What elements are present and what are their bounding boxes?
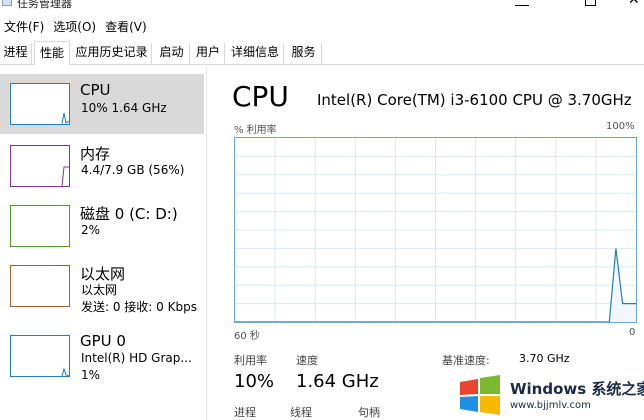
tab-bar: 进程 性能 应用历史记录 启动 用户 详细信息 服务 <box>0 41 644 66</box>
resource-list: CPU 10% 1.64 GHz 内存 4.4/7.9 GB (56%) 磁盘 … <box>0 66 207 420</box>
windows-logo-icon <box>460 375 500 415</box>
speed-label: 速度 <box>296 354 318 367</box>
gpu-label: GPU 0 <box>80 332 126 350</box>
tab-startup[interactable]: 启动 <box>154 43 190 64</box>
threads-label: 线程 <box>290 406 312 419</box>
gpu-usage: 1% <box>81 368 101 382</box>
watermark-url: www.bjjmlv.com <box>510 400 591 411</box>
resource-item-memory[interactable]: 内存 4.4/7.9 GB (56%) <box>0 136 204 196</box>
speed-value: 1.64 GHz <box>296 371 379 392</box>
disk-summary: 2% <box>81 223 101 237</box>
memory-summary: 4.4/7.9 GB (56%) <box>81 163 185 177</box>
resource-item-disk[interactable]: 磁盘 0 (C: D:) 2% <box>0 196 204 256</box>
utilization-value: 10% <box>234 371 275 392</box>
menu-file[interactable]: 文件(F) <box>0 18 49 37</box>
tab-performance[interactable]: 性能 <box>34 41 70 66</box>
base-speed-value: 3.70 GHz <box>519 352 570 365</box>
x-axis-right-label: 0 <box>629 327 636 338</box>
y-axis-label: % 利用率 <box>234 125 277 136</box>
watermark: Windows 系统之家 www.bjjmlv.com <box>452 368 644 420</box>
cpu-summary: 10% 1.64 GHz <box>81 101 167 115</box>
x-axis-left-label: 60 秒 <box>234 331 260 342</box>
watermark-text: Windows 系统之家 <box>510 380 644 398</box>
task-manager-icon <box>2 0 12 6</box>
cpu-label: CPU <box>80 81 111 99</box>
processes-label: 进程 <box>234 406 256 419</box>
disk-label: 磁盘 0 (C: D:) <box>80 205 178 223</box>
cpu-utilization-graph <box>234 137 637 323</box>
tab-details[interactable]: 详细信息 <box>227 43 284 64</box>
disk-mini-graph <box>10 205 70 247</box>
utilization-label: 利用率 <box>234 354 267 367</box>
tab-processes[interactable]: 进程 <box>0 43 32 64</box>
minimize-button[interactable] <box>515 0 529 6</box>
cpu-mini-graph <box>10 83 70 125</box>
memory-label: 内存 <box>80 145 111 163</box>
y-axis-max-label: 100% <box>606 121 635 132</box>
cpu-model-name: Intel(R) Core(TM) i3-6100 CPU @ 3.70GHz <box>317 91 632 109</box>
resource-item-cpu[interactable]: CPU 10% 1.64 GHz <box>0 74 204 134</box>
resource-item-ethernet[interactable]: 以太网 以太网 发送: 0 接收: 0 Kbps <box>0 256 204 316</box>
page-title: CPU <box>232 80 289 113</box>
tab-services[interactable]: 服务 <box>286 43 322 64</box>
ethernet-mini-graph <box>10 265 70 307</box>
ethernet-adapter-name: 以太网 <box>81 283 118 297</box>
menu-view[interactable]: 查看(V) <box>101 18 152 37</box>
title-bar: 任务管理器 ✕ <box>0 0 644 18</box>
menu-bar: 文件(F) 选项(O) 查看(V) <box>0 18 644 37</box>
resource-item-gpu[interactable]: GPU 0 Intel(R) HD Grap... 1% <box>0 326 204 386</box>
tab-users[interactable]: 用户 <box>192 43 225 64</box>
window-title: 任务管理器 <box>17 0 72 10</box>
memory-mini-graph <box>10 145 70 187</box>
base-speed-label: 基准速度: <box>442 354 490 367</box>
maximize-button[interactable] <box>585 0 596 6</box>
close-button[interactable]: ✕ <box>628 0 640 8</box>
gpu-mini-graph <box>10 335 70 377</box>
ethernet-throughput: 发送: 0 接收: 0 Kbps <box>81 300 197 314</box>
menu-options[interactable]: 选项(O) <box>49 18 101 37</box>
tab-app-history[interactable]: 应用历史记录 <box>72 43 152 64</box>
handles-label: 句柄 <box>358 406 380 419</box>
gpu-adapter-name: Intel(R) HD Grap... <box>81 351 192 365</box>
